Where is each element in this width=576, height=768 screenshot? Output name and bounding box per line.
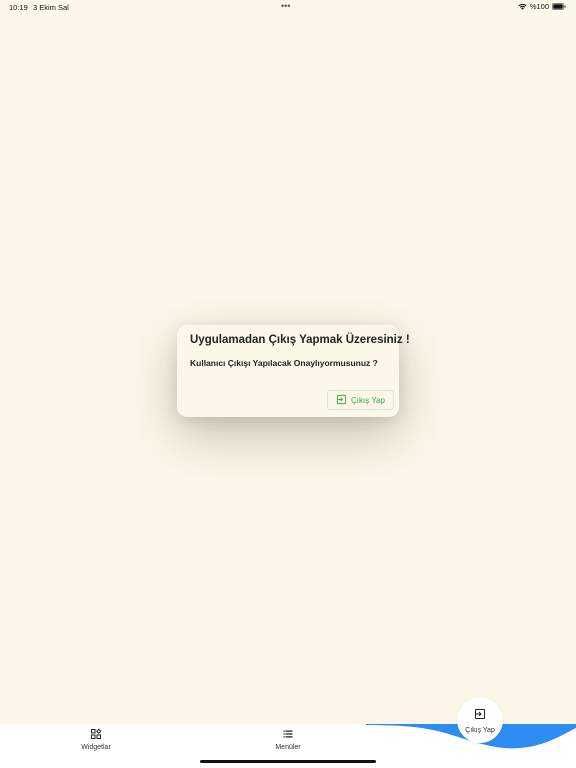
tab-widgets-label: Widgetlar xyxy=(81,744,111,751)
status-bar: 10:19 3 Ekim Sal ••• %100 xyxy=(0,0,576,14)
status-date: 3 Ekim Sal xyxy=(33,3,69,12)
logout-icon xyxy=(336,394,347,407)
logout-icon xyxy=(474,707,486,725)
dialog-title: Uygulamadan Çıkış Yapmak Üzeresiniz ! xyxy=(190,334,410,346)
tab-menus[interactable]: Menüler xyxy=(270,728,306,751)
logout-confirm-label: Çıkış Yap xyxy=(351,395,385,405)
battery-icon xyxy=(552,3,566,10)
tab-widgets[interactable]: Widgetlar xyxy=(79,728,113,751)
status-time: 10:19 xyxy=(9,3,28,12)
home-indicator[interactable] xyxy=(200,760,376,763)
widgets-grid-icon xyxy=(90,728,102,742)
list-icon xyxy=(282,728,294,742)
logout-confirm-button[interactable]: Çıkış Yap xyxy=(327,390,394,410)
multitasking-dots-icon[interactable]: ••• xyxy=(281,1,290,11)
logout-confirm-dialog: Uygulamadan Çıkış Yapmak Üzeresiniz ! Ku… xyxy=(177,325,410,417)
tab-menus-label: Menüler xyxy=(275,744,301,751)
battery-percentage: %100 xyxy=(529,2,549,11)
wifi-icon xyxy=(518,3,527,10)
dialog-message: Kullanıcı Çıkışı Yapılacak Onaylıyormusu… xyxy=(190,358,378,368)
logout-fab-button[interactable]: Çıkış Yap xyxy=(457,697,503,743)
logout-fab-label: Çıkış Yap xyxy=(465,726,495,734)
status-right: %100 xyxy=(518,2,566,11)
